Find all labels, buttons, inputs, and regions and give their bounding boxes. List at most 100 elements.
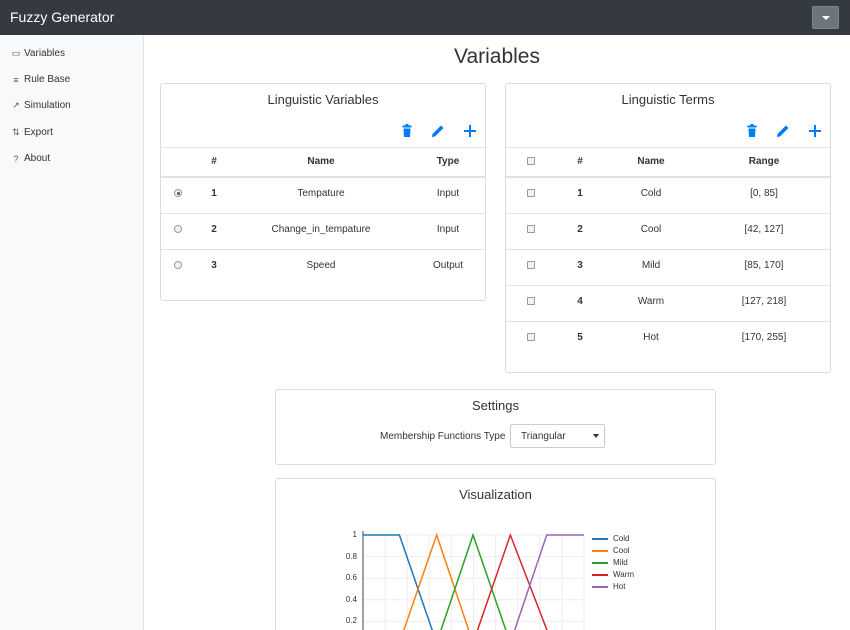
add-button[interactable] (463, 124, 477, 138)
y-tick-label: 0.2 (345, 616, 357, 626)
delete-button[interactable] (400, 124, 414, 138)
card-title: Linguistic Terms (621, 92, 715, 107)
linguistic-terms-card: Linguistic Terms # Name Range 1 Cold [0,… (505, 83, 831, 373)
caret-down-icon (822, 16, 830, 20)
row-type: Output (432, 260, 464, 271)
plus-icon (809, 125, 821, 137)
delete-button[interactable] (745, 124, 759, 138)
row-number: 2 (577, 224, 583, 235)
row-type: Input (436, 188, 460, 199)
row-name: Mild (641, 260, 661, 271)
row-divider (161, 213, 485, 214)
row-number: 3 (577, 260, 583, 271)
legend-label: Cold (613, 534, 630, 543)
row-name: Tempature (297, 188, 345, 199)
row-checkbox[interactable] (527, 261, 535, 269)
top-navbar: Fuzzy Generator (0, 0, 850, 35)
row-number: 4 (577, 296, 583, 307)
row-radio[interactable] (174, 189, 182, 197)
y-tick-label: 0.6 (345, 573, 357, 583)
sidebar-item-label: Export (24, 127, 53, 138)
y-tick-label: 0.8 (345, 551, 357, 561)
row-checkbox[interactable] (527, 333, 535, 341)
membership-functions-type-select[interactable]: Triangular (510, 424, 605, 448)
plus-icon (464, 125, 476, 137)
sidebar-item-export[interactable]: ⇅ Export (10, 127, 53, 143)
menu-toggle-button[interactable] (812, 6, 839, 29)
col-header-name: Name (307, 156, 335, 167)
row-name: Hot (643, 332, 659, 343)
legend-swatch (592, 586, 608, 588)
app-brand[interactable]: Fuzzy Generator (10, 9, 114, 25)
row-radio[interactable] (174, 225, 182, 233)
list-icon: ≡ (13, 74, 19, 85)
sort-icon: ⇅ (12, 127, 20, 137)
legend-swatch (592, 574, 608, 576)
row-name: Cold (640, 188, 662, 199)
sidebar-item-label: Simulation (24, 100, 71, 111)
row-number: 5 (577, 332, 583, 343)
row-name: Speed (306, 260, 336, 271)
sidebar-item-variables[interactable]: ▭ Variables (10, 48, 65, 64)
row-range: [127, 218] (741, 296, 787, 307)
page-title: Variables (454, 45, 540, 68)
sidebar-item-label: About (24, 153, 51, 164)
pencil-icon (777, 125, 789, 137)
sidebar-item-about[interactable]: ? About (10, 153, 50, 169)
row-divider (506, 285, 830, 286)
row-type: Input (436, 224, 460, 235)
legend-label: Cool (613, 546, 630, 555)
legend-swatch (592, 550, 608, 552)
row-number: 2 (211, 224, 217, 235)
settings-card: Settings Membership Functions Type Trian… (275, 389, 716, 465)
row-divider (506, 249, 830, 250)
row-divider (161, 249, 485, 250)
legend-label: Mild (613, 558, 628, 567)
row-number: 1 (577, 188, 583, 199)
table-border (506, 147, 830, 148)
row-checkbox[interactable] (527, 225, 535, 233)
legend-swatch (592, 538, 608, 540)
col-header-number: # (577, 156, 583, 167)
series-line-hot (513, 534, 584, 630)
sidebar-item-rule-base[interactable]: ≡ Rule Base (10, 74, 70, 90)
card-title: Linguistic Variables (267, 92, 379, 107)
card-title: Settings (472, 398, 519, 413)
row-name: Warm (637, 296, 665, 307)
col-header-type: Type (436, 156, 460, 167)
variables-icon: ▭ (11, 48, 21, 58)
row-radio[interactable] (174, 261, 182, 269)
trash-icon (402, 124, 412, 137)
row-checkbox[interactable] (527, 189, 535, 197)
row-range: [85, 170] (744, 260, 784, 271)
col-header-range: Range (748, 156, 780, 167)
sidebar: ▭ Variables ≡ Rule Base ↗ Simulation ⇅ Expor… (0, 35, 144, 630)
select-value: Triangular (521, 431, 566, 442)
select-all-checkbox[interactable] (527, 157, 535, 165)
row-range: [170, 255] (741, 332, 787, 343)
col-header-name: Name (637, 156, 665, 167)
edit-button[interactable] (431, 124, 445, 138)
row-number: 1 (211, 188, 217, 199)
row-checkbox[interactable] (527, 297, 535, 305)
edit-button[interactable] (776, 124, 790, 138)
linguistic-variables-card: Linguistic Variables # Name Type 1 Tempa… (160, 83, 486, 301)
table-border (161, 147, 485, 148)
y-tick-label: 0.4 (345, 594, 357, 604)
series-line-cool (403, 532, 470, 630)
row-range: [42, 127] (744, 224, 784, 235)
table-header-border (506, 176, 830, 178)
visualization-card: Visualization 1 0.8 0.6 0.4 0.2 Cold Cool Mild W… (275, 478, 716, 630)
legend-label: Hot (613, 582, 626, 591)
sidebar-item-simulation[interactable]: ↗ Simulation (10, 100, 71, 116)
pencil-icon (432, 125, 444, 137)
question-circle-icon: ? (13, 153, 19, 164)
trash-icon (747, 124, 757, 137)
row-divider (506, 213, 830, 214)
row-range: [0, 85] (750, 188, 778, 199)
chart-line-icon: ↗ (12, 100, 20, 110)
membership-functions-type-label: Membership Functions Type (380, 431, 506, 442)
add-button[interactable] (808, 124, 822, 138)
table-header-border (161, 176, 485, 178)
row-name: Cool (640, 224, 662, 235)
